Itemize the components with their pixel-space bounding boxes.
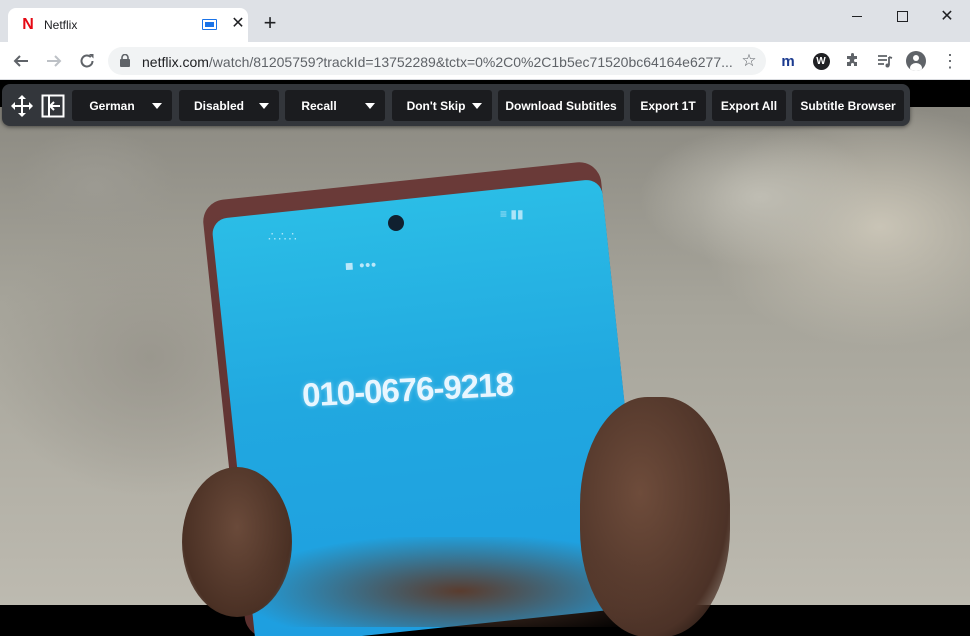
- new-tab-button[interactable]: +: [260, 12, 280, 34]
- close-window-button[interactable]: ✕: [932, 6, 962, 26]
- bookmark-star-icon[interactable]: ☆: [740, 52, 758, 70]
- extension-w-icon[interactable]: W: [811, 51, 831, 71]
- move-icon[interactable]: [9, 93, 35, 119]
- extension-m-icon[interactable]: m: [778, 51, 798, 71]
- phone-camera: [388, 215, 404, 231]
- reload-icon[interactable]: [76, 50, 98, 72]
- url-domain: netflix.com: [142, 54, 209, 70]
- mode-label: Disabled: [193, 98, 244, 113]
- back-icon[interactable]: [10, 50, 32, 72]
- phone-status-left: ∴∴∴: [268, 229, 299, 244]
- browser-toolbar: netflix.com/watch/81205759?trackId=13752…: [0, 42, 970, 80]
- chevron-down-icon: [152, 103, 162, 109]
- video-frame: ∴∴∴ ≡ ▮▮ ■ ••• 010-0676-9218: [0, 107, 970, 636]
- maximize-button[interactable]: [887, 6, 917, 26]
- recall-label: Recall: [301, 98, 337, 113]
- cast-icon[interactable]: [202, 19, 217, 30]
- download-subtitles-button[interactable]: Download Subtitles: [498, 90, 624, 121]
- address-bar[interactable]: netflix.com/watch/81205759?trackId=13752…: [108, 47, 766, 75]
- profile-icon[interactable]: [906, 51, 926, 71]
- browser-tab[interactable]: N Netflix ✕: [8, 8, 248, 42]
- avatar: [906, 51, 926, 71]
- hand-bottom: [250, 537, 670, 627]
- chevron-down-icon: [472, 103, 482, 109]
- skip-label: Don't Skip: [406, 98, 466, 113]
- puzzle-icon[interactable]: [843, 51, 863, 71]
- subtitle-browser-button[interactable]: Subtitle Browser: [792, 90, 904, 121]
- recall-dropdown[interactable]: Recall: [285, 90, 385, 121]
- phone-status-right: ≡ ▮▮: [500, 207, 524, 221]
- tab-strip: N Netflix ✕ + ✕: [0, 0, 970, 42]
- video-player[interactable]: ∴∴∴ ≡ ▮▮ ■ ••• 010-0676-9218: [0, 80, 970, 636]
- mode-dropdown[interactable]: Disabled: [179, 90, 279, 121]
- export-all-button[interactable]: Export All: [712, 90, 786, 121]
- lock-icon[interactable]: [120, 53, 130, 67]
- subtitle-toolbar: German Disabled Recall Don't Skip Downlo…: [2, 84, 910, 126]
- dock-icon[interactable]: [40, 93, 66, 119]
- close-tab-icon[interactable]: ✕: [230, 16, 246, 32]
- media-icon[interactable]: [875, 51, 895, 71]
- caller-subtitle: ■ •••: [344, 256, 378, 274]
- tab-title: Netflix: [44, 18, 78, 32]
- menu-icon[interactable]: ⋮: [940, 51, 960, 71]
- forward-icon[interactable]: [43, 50, 65, 72]
- extension-w-label: W: [812, 52, 830, 70]
- chevron-down-icon: [365, 103, 375, 109]
- language-dropdown[interactable]: German: [72, 90, 172, 121]
- minimize-button[interactable]: [842, 6, 872, 26]
- export-1t-button[interactable]: Export 1T: [630, 90, 706, 121]
- url-path: /watch/81205759?trackId=13752289&tctx=0%…: [208, 54, 733, 70]
- language-label: German: [89, 98, 135, 113]
- url-text: netflix.com/watch/81205759?trackId=13752…: [142, 54, 733, 70]
- chevron-down-icon: [259, 103, 269, 109]
- netflix-favicon-icon: N: [22, 16, 34, 33]
- skip-dropdown[interactable]: Don't Skip: [392, 90, 492, 121]
